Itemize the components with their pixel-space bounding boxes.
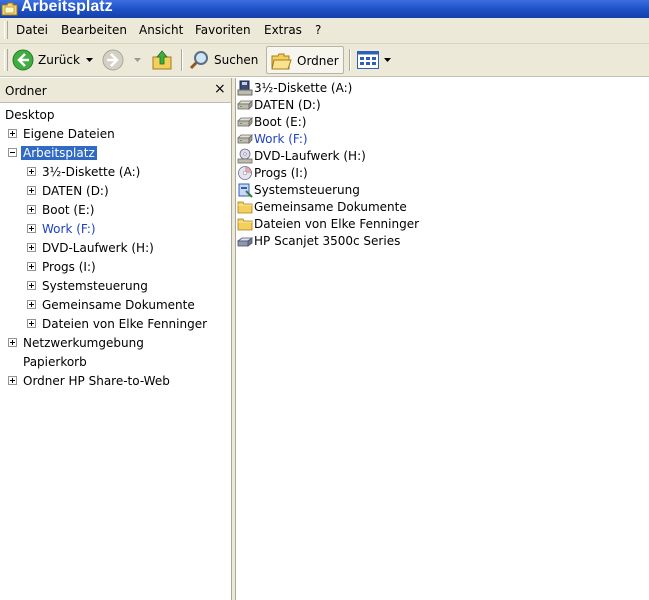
folders-icon bbox=[271, 53, 292, 70]
expand-plus-icon[interactable] bbox=[27, 186, 36, 195]
menu-favoriten[interactable]: Favoriten bbox=[195, 23, 251, 37]
folders-pane-header: Ordner × bbox=[0, 78, 231, 103]
back-label: Zurück bbox=[38, 53, 80, 67]
close-icon[interactable]: × bbox=[214, 81, 226, 97]
expand-plus-icon[interactable] bbox=[8, 129, 17, 138]
back-button[interactable]: Zurück bbox=[10, 46, 96, 74]
forward-dropdown-icon[interactable] bbox=[134, 58, 141, 62]
folder-up-icon bbox=[152, 50, 172, 70]
views-dropdown-icon[interactable] bbox=[384, 58, 391, 62]
back-arrow-icon bbox=[12, 49, 34, 71]
expand-plus-icon[interactable] bbox=[27, 319, 36, 328]
expand-plus-icon[interactable] bbox=[8, 338, 17, 347]
hard-drive-icon bbox=[237, 100, 253, 110]
toolbar-separator bbox=[349, 49, 351, 71]
menu-ansicht[interactable]: Ansicht bbox=[139, 23, 183, 37]
toolbar-grip[interactable] bbox=[4, 49, 8, 71]
folder-icon bbox=[237, 201, 253, 214]
my-computer-icon bbox=[1, 2, 18, 16]
back-dropdown-icon[interactable] bbox=[86, 58, 93, 62]
window-title: Arbeitsplatz bbox=[21, 0, 113, 15]
folders-pane: Ordner × Desktop Eigene Dateien Arbeitsp… bbox=[0, 78, 231, 600]
search-label: Suchen bbox=[214, 53, 259, 67]
expand-plus-icon[interactable] bbox=[8, 376, 17, 385]
menu-grip[interactable] bbox=[4, 21, 8, 39]
expand-plus-icon[interactable] bbox=[27, 300, 36, 309]
forward-button[interactable] bbox=[102, 46, 144, 74]
toolbar-separator bbox=[181, 49, 183, 71]
title-bar[interactable]: Arbeitsplatz bbox=[0, 0, 649, 18]
menu-bearbeiten[interactable]: Bearbeiten bbox=[61, 23, 127, 37]
content-pane: 3½-Diskette (A:) DATEN (D:) Boot (E:) Wo… bbox=[236, 78, 649, 600]
up-button[interactable] bbox=[150, 46, 176, 74]
forward-arrow-icon bbox=[102, 49, 124, 71]
folders-button[interactable]: Ordner bbox=[266, 46, 344, 74]
menu-extras[interactable]: Extras bbox=[264, 23, 302, 37]
collapse-minus-icon[interactable] bbox=[8, 148, 17, 157]
cd-drive-icon bbox=[238, 166, 252, 180]
expand-plus-icon[interactable] bbox=[27, 281, 36, 290]
folders-label: Ordner bbox=[297, 54, 339, 68]
hard-drive-icon bbox=[237, 117, 253, 127]
tree-item-label-selected: Arbeitsplatz bbox=[21, 146, 97, 160]
hard-drive-icon bbox=[237, 134, 253, 144]
search-icon bbox=[189, 51, 208, 70]
menu-bar: Datei Bearbeiten Ansicht Favoriten Extra… bbox=[0, 18, 649, 44]
views-icon bbox=[357, 51, 379, 69]
expand-plus-icon[interactable] bbox=[27, 224, 36, 233]
scanner-icon bbox=[237, 237, 253, 247]
expand-plus-icon[interactable] bbox=[27, 262, 36, 271]
views-button[interactable] bbox=[355, 46, 393, 74]
expand-plus-icon[interactable] bbox=[27, 205, 36, 214]
expand-plus-icon[interactable] bbox=[27, 243, 36, 252]
menu-help[interactable]: ? bbox=[315, 23, 321, 37]
menu-datei[interactable]: Datei bbox=[16, 23, 48, 37]
folders-pane-title: Ordner bbox=[5, 84, 47, 98]
folder-icon bbox=[237, 218, 253, 231]
expand-plus-icon[interactable] bbox=[27, 167, 36, 176]
dvd-drive-icon bbox=[237, 148, 253, 164]
toolbar: Zurück Suchen Ordner bbox=[0, 44, 649, 77]
control-panel-icon bbox=[238, 183, 253, 198]
search-button[interactable]: Suchen bbox=[187, 46, 261, 74]
floppy-drive-icon bbox=[237, 80, 253, 96]
